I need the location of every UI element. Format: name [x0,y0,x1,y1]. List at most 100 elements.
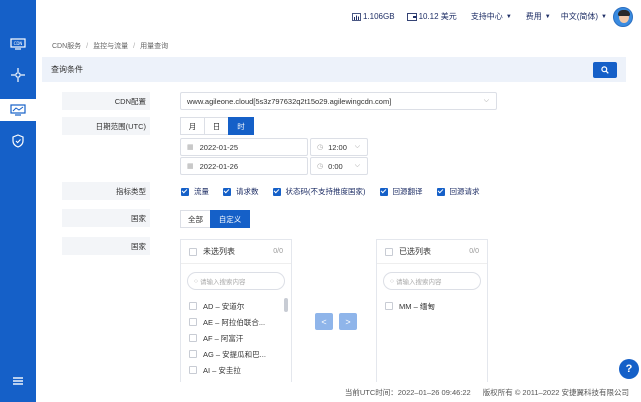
checkbox-checked[interactable] [223,187,231,196]
checkbox[interactable] [189,334,197,342]
chevron-right-icon: > [345,316,351,327]
move-right-button[interactable]: > [339,313,357,330]
billing-label: 费用 [525,12,542,21]
billing-menu[interactable]: 费用 ▼ [526,11,551,22]
move-left-button[interactable]: < [315,313,333,330]
end-date-input[interactable]: ▦ 2022-01-26 [180,157,308,175]
metric-checkboxes: 流量 请求数 状态码(不支持推度国家) 回源翻译 回源请求 [181,186,494,197]
language-menu[interactable]: 中文(简体) ▼ [561,11,607,22]
select-all-checkbox[interactable] [189,247,197,256]
list-item-label: AE – 阿拉伯联合... [203,317,266,327]
country-list-label-text: 国家 [131,241,146,251]
selected-country-panel: 已选列表 0/0 ○ 请输入搜索内容 MM – 缅甸 [376,239,488,389]
end-time-select[interactable]: ◷ 0:00 ⌵ [310,157,368,175]
sidebar: CDN [0,0,36,402]
app-root: CDN 1.106GB 10.12 美元 支持中心 ▼ 费用 ▼ 中文(简体) … [0,0,641,402]
tab-custom-countries[interactable]: 自定义 [210,210,250,228]
avatar-hair [618,9,630,16]
end-time-value: 0:00 [328,161,343,171]
checkbox-checked[interactable] [181,187,189,196]
list-item[interactable]: AG – 安提瓜和巴... [181,346,291,362]
scrollbar-thumb[interactable] [284,298,288,312]
checkbox[interactable] [189,350,197,358]
checkbox[interactable] [189,366,197,374]
metric-checkbox-origin-requests[interactable]: 回源请求 [436,186,480,197]
tab-all-countries[interactable]: 全部 [180,210,211,228]
copyright: 版权所有 © 2011–2022 安捷翼科技有限公司 [482,387,629,397]
date-granularity-tabs: 月 日 时 [180,117,254,135]
panel-count: 0/0 [273,248,283,255]
list-item-label: MM – 缅甸 [399,301,435,311]
chevron-down-icon: ⌵ [354,143,360,150]
list-item[interactable]: AE – 阿拉伯联合... [181,314,291,330]
avatar[interactable] [613,6,633,27]
list-item[interactable]: AF – 阿富汗 [181,330,291,346]
list-item[interactable]: AD – 安道尔 [181,298,291,314]
chevron-down-icon: ⌵ [354,162,360,169]
metric-label: 状态码(不支持推度国家) [285,187,366,196]
select-all-checkbox[interactable] [385,247,393,256]
list-item-label: AD – 安道尔 [203,301,245,311]
search-placeholder: 请输入搜索内容 [199,279,246,286]
breadcrumb-separator: / [86,43,89,50]
breadcrumb-item[interactable]: CDN服务 [52,43,81,50]
sidebar-item-monitor[interactable] [0,99,36,121]
footer: 当前UTC时间：2022–01–26 09:46:22 版权所有 © 2011–… [36,382,641,402]
checkbox-checked[interactable] [379,187,388,196]
panel-count: 0/0 [469,248,479,255]
chevron-down-icon: ⌵ [483,97,489,104]
chevron-down-icon: ▼ [544,13,551,20]
search-button[interactable] [593,62,617,78]
calendar-icon: ▦ [187,163,194,170]
metric-checkbox-requests[interactable]: 请求数 [223,186,259,197]
start-date-input[interactable]: ▦ 2022-01-25 [180,138,308,156]
start-time-select[interactable]: ◷ 12:00 ⌵ [310,138,368,156]
panel-header: 已选列表 0/0 [377,240,487,264]
country-search-input[interactable]: ○ 请输入搜索内容 [383,272,481,290]
sidebar-collapse[interactable] [0,370,36,392]
list-item[interactable]: AI – 安圭拉 [181,362,291,378]
sidebar-item-security[interactable] [0,130,36,152]
clock-icon: ◷ [317,163,324,170]
start-time-value: 12:00 [328,142,347,152]
search-icon [601,66,609,74]
clock-icon: ◷ [317,144,324,151]
traffic-value: 1.106GB [362,12,395,21]
checkbox[interactable] [189,302,197,310]
menu-icon [13,377,23,385]
tab-day[interactable]: 日 [204,117,229,135]
list-item-label: AF – 阿富汗 [203,333,244,343]
checkbox-checked[interactable] [272,187,281,196]
checkbox[interactable] [189,318,197,326]
metric-type-label-text: 指标类型 [116,186,146,196]
chevron-left-icon: < [321,316,327,327]
panel-title: 已选列表 [399,247,431,256]
balance-value: 10.12 美元 [418,12,457,21]
query-header: 查询条件 [42,57,626,82]
checkbox[interactable] [385,302,393,310]
unselected-country-panel: 未选列表 0/0 ○ 请输入搜索内容 AD – 安道尔 AE – 阿拉伯联合...… [180,239,292,389]
balance[interactable]: 10.12 美元 [406,11,457,22]
sidebar-item-network[interactable] [0,64,36,86]
tab-month[interactable]: 月 [180,117,205,135]
traffic-usage[interactable]: 1.106GB [352,12,395,21]
metric-checkbox-status-code[interactable]: 状态码(不支持推度国家) [272,186,366,197]
date-range-label-text: 日期范围(UTC) [95,121,146,131]
bar-chart-icon [352,12,361,21]
chevron-down-icon: ▼ [601,13,607,20]
support-menu[interactable]: 支持中心 ▼ [471,11,512,22]
calendar-icon: ▦ [187,144,194,151]
tab-hour[interactable]: 时 [228,117,254,135]
sidebar-item-cdn[interactable]: CDN [0,33,36,55]
shield-icon [12,134,24,148]
cdn-config-select[interactable]: www.agileone.cloud[5s3z797632q2t15o29.ag… [180,92,497,110]
help-button[interactable]: ? [619,359,639,379]
country-search-input[interactable]: ○ 请输入搜索内容 [187,272,285,290]
checkbox-checked[interactable] [436,187,445,196]
metric-checkbox-traffic[interactable]: 流量 [181,186,209,197]
breadcrumb-item[interactable]: 监控与流量 [93,43,128,50]
metric-checkbox-origin-translate[interactable]: 回源翻译 [379,186,423,197]
list-item[interactable]: MM – 缅甸 [377,298,487,314]
chevron-down-icon: ▼ [505,13,512,20]
query-title: 查询条件 [51,65,83,74]
